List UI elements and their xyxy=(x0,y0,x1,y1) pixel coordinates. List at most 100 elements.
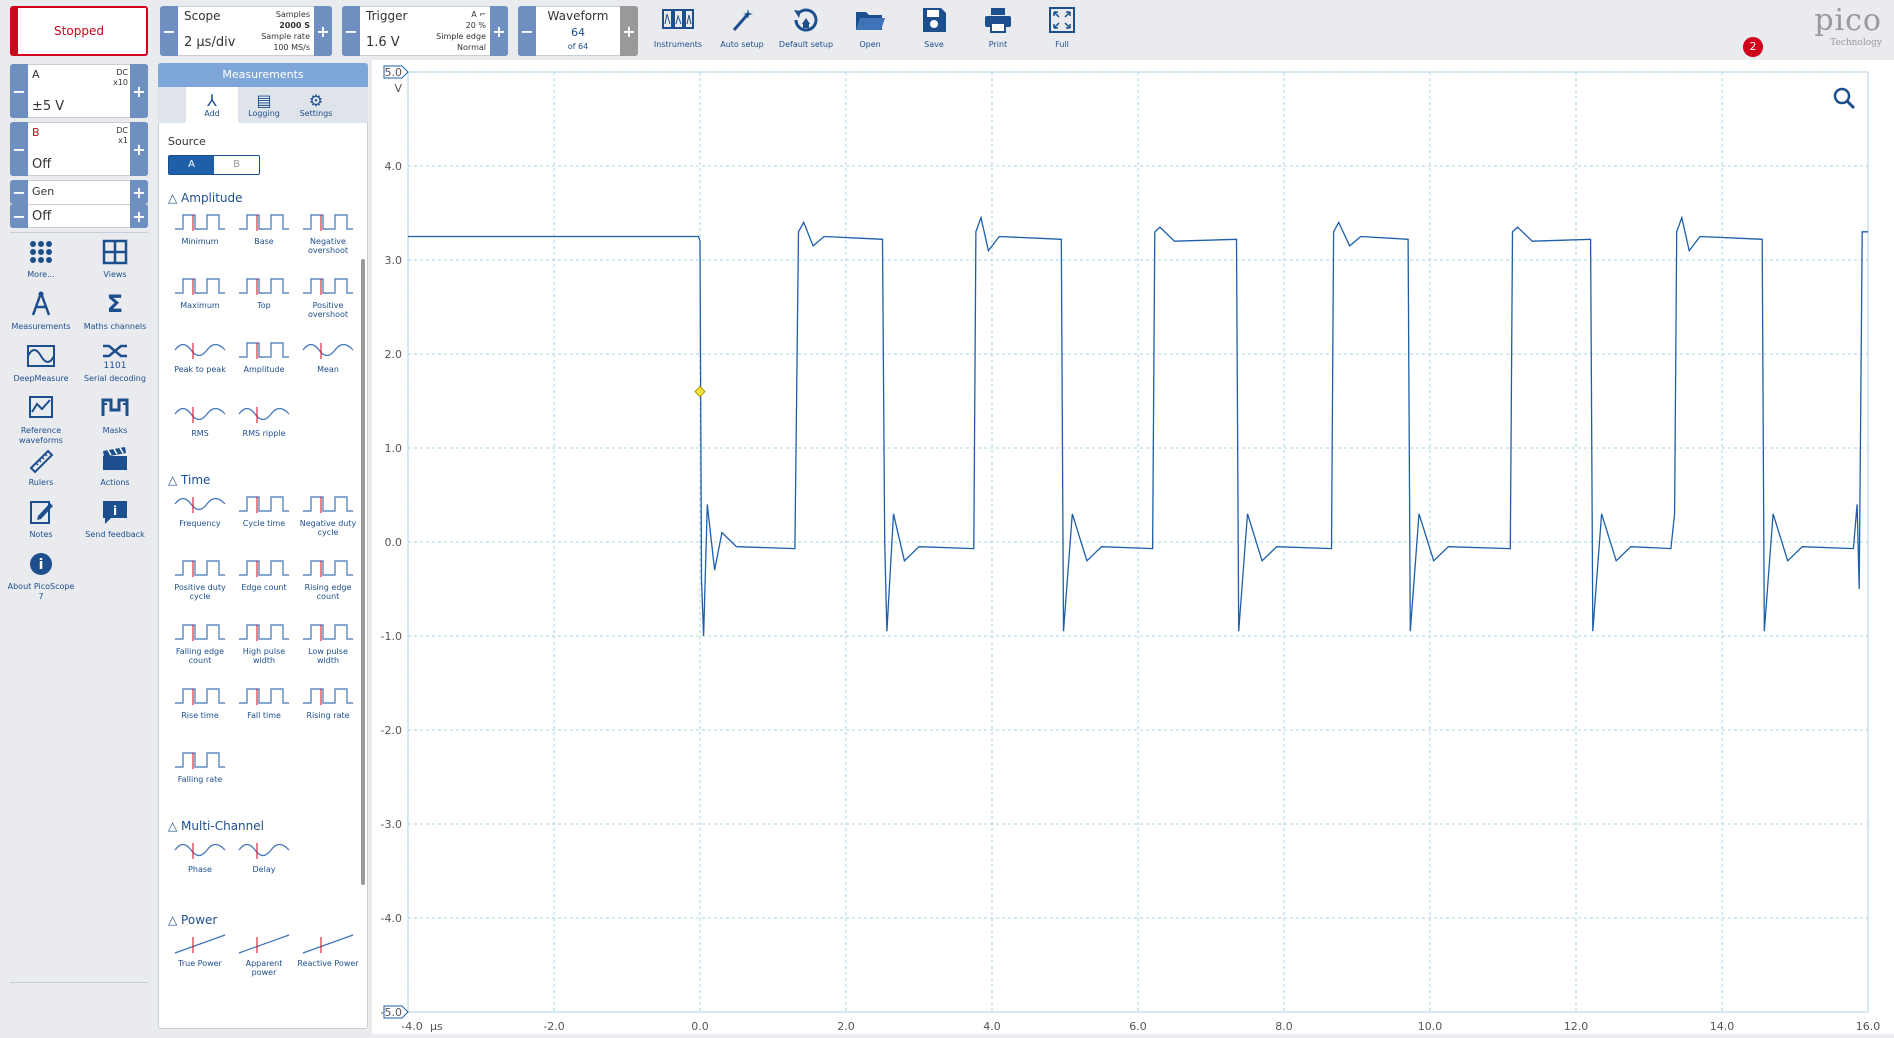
channel-a-increase-button[interactable]: + xyxy=(130,64,148,118)
measurement-amplitude[interactable]: Amplitude xyxy=(232,339,296,374)
measurement-mean[interactable]: Mean xyxy=(296,339,360,374)
channel-a-range[interactable]: ±5 V xyxy=(32,99,64,114)
measurement-reactive-power[interactable]: Reactive Power xyxy=(296,933,360,968)
gen-increase-button-2[interactable]: + xyxy=(130,204,148,228)
measurement-positive-duty-cycle[interactable]: Positive duty cycle xyxy=(168,557,232,601)
measurements-title: Measurements xyxy=(158,63,368,87)
gen-increase-button[interactable]: + xyxy=(130,180,148,204)
measurement-phase[interactable]: Phase xyxy=(168,839,232,874)
channel-b-range[interactable]: Off xyxy=(32,157,51,172)
channel-a-decrease-button[interactable]: − xyxy=(10,64,28,118)
waveform-next-button[interactable]: + xyxy=(620,6,638,56)
falling-edge-count-icon xyxy=(175,624,225,641)
x-tick-label: -4.0 xyxy=(401,1020,422,1033)
tab-add[interactable]: ⅄ Add xyxy=(186,87,238,123)
measurement-positive-overshoot[interactable]: Positive overshoot xyxy=(296,275,360,319)
waveform-control: − Waveform 64 of 64 + xyxy=(518,6,638,56)
source-a-option[interactable]: A xyxy=(169,156,214,174)
source-b-option[interactable]: B xyxy=(214,156,259,174)
measurement-rising-rate[interactable]: Rising rate xyxy=(296,685,360,720)
positive-duty-cycle-icon xyxy=(175,560,225,577)
measurement-falling-rate[interactable]: Falling rate xyxy=(168,749,232,784)
measurement-rising-edge-count[interactable]: Rising edge count xyxy=(296,557,360,601)
sidebar-item-maths[interactable]: Σ Maths channels xyxy=(78,290,152,332)
notification-badge[interactable]: 2 xyxy=(1743,37,1763,57)
sidebar-item-masks[interactable]: Masks xyxy=(78,394,152,436)
x-tick-label: 8.0 xyxy=(1275,1020,1293,1033)
measurement-falling-edge-count[interactable]: Falling edge count xyxy=(168,621,232,665)
measurement-frequency[interactable]: Frequency xyxy=(168,493,232,528)
cycle-time-icon xyxy=(239,496,289,513)
measurement-high-pulse-width[interactable]: High pulse width xyxy=(232,621,296,665)
section-time[interactable]: △ Time xyxy=(168,473,210,487)
measurement-negative-overshoot[interactable]: Negative overshoot xyxy=(296,211,360,255)
x-tick-label: 2.0 xyxy=(837,1020,855,1033)
channel-b-increase-button[interactable]: + xyxy=(130,122,148,176)
gen-decrease-button[interactable]: − xyxy=(10,180,28,204)
measurement-rise-time[interactable]: Rise time xyxy=(168,685,232,720)
sidebar-item-measurements[interactable]: Measurements xyxy=(4,290,78,332)
sidebar-item-deepmeasure[interactable]: DeepMeasure xyxy=(4,342,78,384)
default-setup-button[interactable]: Default setup xyxy=(776,6,836,49)
samples-info: Samples 2000 S Sample rate 100 MS/s xyxy=(261,10,310,52)
run-stop-button[interactable]: Stopped xyxy=(10,6,148,56)
timebase-value[interactable]: 2 µs/div xyxy=(184,35,235,50)
sidebar-item-feedback[interactable]: i Send feedback xyxy=(78,498,152,540)
auto-setup-button[interactable]: Auto setup xyxy=(712,6,772,49)
measurements-icon xyxy=(31,291,51,316)
tab-settings[interactable]: ⚙ Settings xyxy=(290,87,342,123)
scope-control: − Scope 2 µs/div Samples 2000 S Sample r… xyxy=(160,6,332,56)
trigger-increase-button[interactable]: + xyxy=(490,6,508,56)
measurement-true-power[interactable]: True Power xyxy=(168,933,232,968)
measurements-scrollbar[interactable] xyxy=(361,259,365,885)
falling-rate-icon xyxy=(175,752,225,769)
measurement-peak-to-peak[interactable]: Peak to peak xyxy=(168,339,232,374)
trigger-level[interactable]: 1.6 V xyxy=(366,35,400,50)
sidebar-item-serial[interactable]: 1101 Serial decoding xyxy=(78,342,152,384)
waveform-prev-button[interactable]: − xyxy=(518,6,536,56)
measurement-rms-ripple[interactable]: RMS ripple xyxy=(232,403,296,438)
tab-logging[interactable]: ▤ Logging xyxy=(238,87,290,123)
sidebar-item-about[interactable]: i About PicoScope 7 xyxy=(4,550,78,602)
measurement-negative-duty-cycle[interactable]: Negative duty cycle xyxy=(296,493,360,537)
measurement-rms[interactable]: RMS xyxy=(168,403,232,438)
sidebar-item-notes[interactable]: Notes xyxy=(4,498,78,540)
measurement-minimum[interactable]: Minimum xyxy=(168,211,232,246)
measurement-apparent-power[interactable]: Apparent power xyxy=(232,933,296,977)
y-tick-label: 2.0 xyxy=(385,348,403,361)
measurement-top[interactable]: Top xyxy=(232,275,296,310)
full-screen-button[interactable]: Full xyxy=(1032,6,1092,49)
channel-b-decrease-button[interactable]: − xyxy=(10,122,28,176)
timebase-decrease-button[interactable]: − xyxy=(160,6,178,56)
measurement-low-pulse-width[interactable]: Low pulse width xyxy=(296,621,360,665)
measurement-fall-time[interactable]: Fall time xyxy=(232,685,296,720)
measurement-maximum[interactable]: Maximum xyxy=(168,275,232,310)
toolbar: Stopped − Scope 2 µs/div Samples 2000 S … xyxy=(0,0,1894,60)
channel-b-name: B xyxy=(32,126,40,139)
reactive-power-icon xyxy=(302,934,354,954)
waveform-current[interactable]: 64 xyxy=(536,26,620,39)
sidebar-item-actions[interactable]: Actions xyxy=(78,446,152,488)
instruments-button[interactable]: Instruments xyxy=(648,6,708,49)
measurement-edge-count[interactable]: Edge count xyxy=(232,557,296,592)
scope-chart[interactable]: 5.04.03.02.01.00.0-1.0-2.0-3.0-4.0-5.0V-… xyxy=(372,60,1894,1034)
open-button[interactable]: Open xyxy=(840,6,900,49)
measurement-cycle-time[interactable]: Cycle time xyxy=(232,493,296,528)
sidebar-item-rulers[interactable]: Rulers xyxy=(4,446,78,488)
generator-state[interactable]: Off xyxy=(32,209,51,224)
sidebar-item-reference[interactable]: Reference waveforms xyxy=(4,394,78,446)
measurement-base[interactable]: Base xyxy=(232,211,296,246)
sidebar-item-views[interactable]: Views xyxy=(78,238,152,280)
timebase-increase-button[interactable]: + xyxy=(314,6,332,56)
sidebar-item-more[interactable]: More... xyxy=(4,238,78,280)
y-tick-label: 1.0 xyxy=(385,442,403,455)
measurement-delay[interactable]: Delay xyxy=(232,839,296,874)
trigger-decrease-button[interactable]: − xyxy=(342,6,360,56)
print-button[interactable]: Print xyxy=(968,6,1028,49)
section-amplitude[interactable]: △ Amplitude xyxy=(168,191,243,205)
section-power[interactable]: △ Power xyxy=(168,913,217,927)
save-button[interactable]: Save xyxy=(904,6,964,49)
gen-decrease-button-2[interactable]: − xyxy=(10,204,28,228)
section-multi-channel[interactable]: △ Multi-Channel xyxy=(168,819,264,833)
fall-time-icon xyxy=(239,688,289,705)
